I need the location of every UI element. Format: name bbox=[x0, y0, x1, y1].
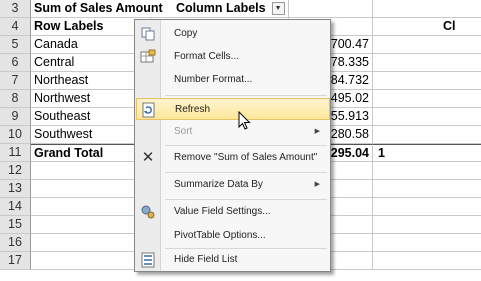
menu-separator bbox=[165, 172, 327, 173]
menu-item-sort[interactable]: Sort ▶ bbox=[136, 121, 330, 143]
row-number[interactable]: 13 bbox=[0, 180, 31, 198]
cell-d7[interactable] bbox=[373, 72, 481, 90]
menu-item-copy[interactable]: Copy bbox=[136, 23, 330, 45]
empty-cell[interactable] bbox=[31, 180, 151, 198]
copy-icon bbox=[140, 26, 156, 42]
menu-separator bbox=[165, 145, 327, 146]
row-label[interactable]: Southwest bbox=[31, 126, 151, 144]
menu-item-label: PivotTable Options... bbox=[174, 230, 266, 241]
menu-item-label: Sort bbox=[174, 126, 193, 137]
empty-cell[interactable] bbox=[373, 180, 481, 198]
cell-c3[interactable] bbox=[289, 0, 373, 18]
column-labels-text: Column Labels bbox=[176, 1, 266, 15]
menu-item-label: Summarize Data By bbox=[174, 179, 263, 190]
menu-item-pivottable-options[interactable]: PivotTable Options... bbox=[136, 225, 330, 247]
column-labels-cell[interactable]: Column Labels ▼ bbox=[171, 0, 289, 18]
empty-cell[interactable] bbox=[373, 252, 481, 270]
cell-d3[interactable] bbox=[373, 0, 481, 18]
cell-d5[interactable] bbox=[373, 36, 481, 54]
row-number[interactable]: 6 bbox=[0, 54, 31, 72]
menu-separator bbox=[165, 95, 327, 96]
row-number[interactable]: 15 bbox=[0, 216, 31, 234]
filter-dropdown-icon[interactable]: ▼ bbox=[271, 2, 285, 16]
cell-d6[interactable] bbox=[373, 54, 481, 72]
value-field-header[interactable]: Sum of Sales Amount bbox=[31, 0, 171, 18]
row-number[interactable]: 17 bbox=[0, 252, 31, 270]
context-menu: Copy Format Cells... Number Format... Re… bbox=[134, 19, 331, 272]
grand-total-label[interactable]: Grand Total bbox=[31, 144, 151, 162]
submenu-arrow-icon: ▶ bbox=[314, 128, 320, 135]
remove-icon: ✕ bbox=[141, 149, 155, 166]
menu-item-format-cells[interactable]: Format Cells... bbox=[136, 46, 330, 68]
row-label[interactable]: Northwest bbox=[31, 90, 151, 108]
empty-cell[interactable] bbox=[31, 162, 151, 180]
row-number[interactable]: 10 bbox=[0, 126, 31, 144]
cell-d9[interactable] bbox=[373, 108, 481, 126]
empty-cell[interactable] bbox=[31, 234, 151, 252]
row-labels-header[interactable]: Row Labels bbox=[31, 18, 151, 36]
menu-item-remove-field[interactable]: ✕ Remove "Sum of Sales Amount" bbox=[136, 147, 330, 169]
row-number[interactable]: 12 bbox=[0, 162, 31, 180]
submenu-arrow-icon: ▶ bbox=[314, 181, 320, 188]
row-number[interactable]: 5 bbox=[0, 36, 31, 54]
row-number[interactable]: 16 bbox=[0, 234, 31, 252]
value-field-settings-icon bbox=[140, 204, 156, 220]
grand-total-partial[interactable]: 1 bbox=[373, 144, 481, 162]
empty-cell[interactable] bbox=[373, 162, 481, 180]
row-number[interactable]: 7 bbox=[0, 72, 31, 90]
refresh-icon bbox=[141, 102, 157, 118]
menu-item-label: Refresh bbox=[175, 104, 211, 115]
mouse-cursor-icon bbox=[238, 110, 252, 136]
menu-item-label: Number Format... bbox=[174, 74, 253, 85]
format-cells-icon bbox=[140, 49, 156, 65]
row-number[interactable]: 11 bbox=[0, 144, 31, 162]
menu-item-summarize-data-by[interactable]: Summarize Data By ▶ bbox=[136, 174, 330, 196]
column-header-partial[interactable]: Cl bbox=[373, 18, 481, 36]
menu-item-label: Format Cells... bbox=[174, 51, 240, 62]
row-label[interactable]: Southeast bbox=[31, 108, 151, 126]
menu-item-value-field-settings[interactable]: Value Field Settings... bbox=[136, 201, 330, 223]
row-number[interactable]: 4 bbox=[0, 18, 31, 36]
empty-cell[interactable] bbox=[31, 216, 151, 234]
sheet-row-3: 3 Sum of Sales Amount Column Labels ▼ bbox=[0, 0, 481, 18]
menu-separator bbox=[165, 199, 327, 200]
menu-item-hide-field-list[interactable]: Hide Field List bbox=[136, 249, 330, 271]
row-number[interactable]: 9 bbox=[0, 108, 31, 126]
empty-cell[interactable] bbox=[31, 252, 151, 270]
cell-d10[interactable] bbox=[373, 126, 481, 144]
cell-d8[interactable] bbox=[373, 90, 481, 108]
menu-item-label: Hide Field List bbox=[174, 254, 238, 265]
row-number[interactable]: 8 bbox=[0, 90, 31, 108]
empty-cell[interactable] bbox=[373, 216, 481, 234]
row-number[interactable]: 14 bbox=[0, 198, 31, 216]
empty-cell[interactable] bbox=[373, 198, 481, 216]
hide-field-list-icon bbox=[140, 252, 156, 268]
menu-item-label: Copy bbox=[174, 28, 198, 39]
empty-cell[interactable] bbox=[31, 198, 151, 216]
menu-item-number-format[interactable]: Number Format... bbox=[136, 69, 330, 91]
menu-item-label: Remove "Sum of Sales Amount" bbox=[174, 152, 318, 163]
empty-cell[interactable] bbox=[373, 234, 481, 252]
menu-item-refresh[interactable]: Refresh bbox=[136, 98, 330, 120]
row-label[interactable]: Canada bbox=[31, 36, 151, 54]
row-number[interactable]: 3 bbox=[0, 0, 31, 18]
row-label[interactable]: Central bbox=[31, 54, 151, 72]
menu-item-label: Value Field Settings... bbox=[174, 206, 271, 217]
row-label[interactable]: Northeast bbox=[31, 72, 151, 90]
